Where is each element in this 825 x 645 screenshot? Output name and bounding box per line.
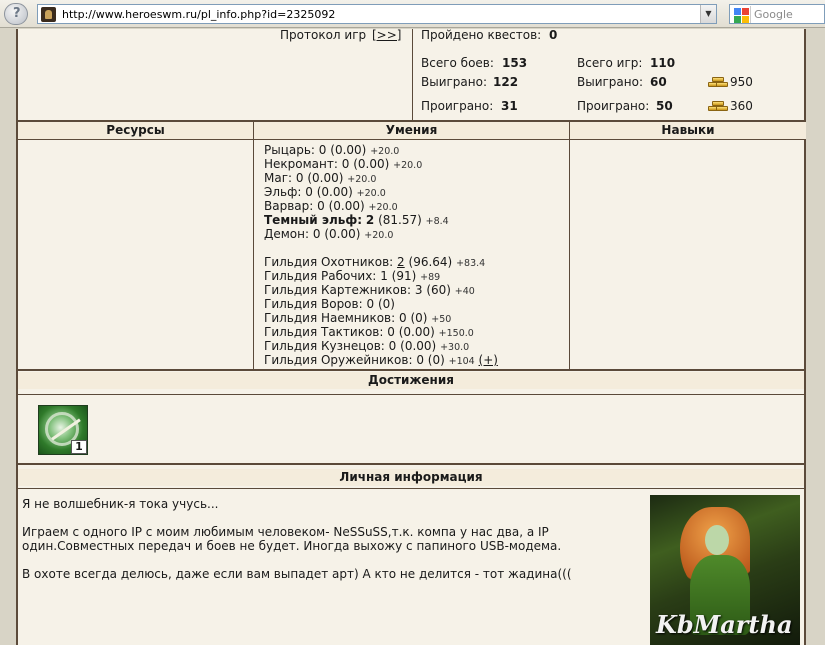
address-bar[interactable]: http://www.heroeswm.ru/pl_info.php?id=23… <box>37 4 717 24</box>
divider <box>18 394 804 395</box>
url-dropdown-icon[interactable]: ▼ <box>700 5 716 23</box>
expand-link[interactable]: (+) <box>479 353 498 367</box>
abilities-list: Рыцарь: 0 (0.00) +20.0 Некромант: 0 (0.0… <box>264 143 574 367</box>
personal-text: В охоте всегда делюсь, даже если вам вып… <box>22 567 572 581</box>
games-won-value: 60 <box>650 75 667 89</box>
skills-header: Навыки <box>570 122 806 139</box>
achievements-header: Достижения <box>18 372 804 389</box>
resources-header: Ресурсы <box>18 122 253 139</box>
guild-row: Гильдия Рабочих: 1 (91) +89 <box>264 269 441 283</box>
battles-lost-value: 31 <box>501 99 518 113</box>
personal-text: Играем с одного IP с моим любимым челове… <box>22 525 549 539</box>
ability-row: Демон: 0 (0.00) +20.0 <box>264 227 394 241</box>
games-lost-label: Проиграно: <box>577 99 650 113</box>
guild-row: Гильдия Тактиков: 0 (0.00) +150.0 <box>264 325 474 339</box>
personal-info-header: Личная информация <box>18 469 804 486</box>
protocol-link[interactable]: [>>] <box>372 28 401 42</box>
protocol-label: Протокол игр <box>280 28 367 42</box>
search-box[interactable]: Google <box>729 4 825 24</box>
battles-label: Всего боев: <box>421 56 494 70</box>
stats-divider <box>412 29 413 120</box>
games-label: Всего игр: <box>577 56 643 70</box>
search-placeholder: Google <box>754 8 793 21</box>
achievement-count: 1 <box>71 440 87 454</box>
column-divider <box>253 120 254 369</box>
quests-label: Пройдено квестов: <box>421 28 542 42</box>
ability-row: Некромант: 0 (0.00) +20.0 <box>264 157 423 171</box>
site-favicon-icon <box>41 7 56 22</box>
url-text[interactable]: http://www.heroeswm.ru/pl_info.php?id=23… <box>62 8 335 21</box>
portrait-signature: KbMartha <box>656 610 793 639</box>
ability-row: Эльф: 0 (0.00) +20.0 <box>264 185 386 199</box>
divider <box>18 463 804 465</box>
google-icon[interactable] <box>732 6 751 23</box>
guild-row: Гильдия Охотников: 2 (96.64) +83.4 <box>264 255 486 269</box>
divider <box>18 139 804 140</box>
gold-won-value: 950 <box>730 75 753 89</box>
battles-won-label: Выиграно: <box>421 75 488 89</box>
battles-value: 153 <box>502 56 528 70</box>
ability-row-current: Темный эльф: 2 (81.57) +8.4 <box>264 213 449 227</box>
hunter-achievement-icon[interactable]: 1 <box>38 405 88 455</box>
guild-row: Гильдия Наемников: 0 (0) +50 <box>264 311 452 325</box>
gold-lost-value: 360 <box>730 99 753 113</box>
gold-icon <box>708 75 730 89</box>
site-info-icon[interactable]: ? <box>4 3 28 25</box>
quests-value: 0 <box>549 28 558 42</box>
battles-lost-label: Проиграно: <box>421 99 494 113</box>
ability-row: Рыцарь: 0 (0.00) +20.0 <box>264 143 400 157</box>
guild-row: Гильдия Оружейников: 0 (0) +104 (+) <box>264 353 498 367</box>
games-lost-value: 50 <box>656 99 673 113</box>
battles-won-value: 122 <box>493 75 519 89</box>
browser-toolbar: ? http://www.heroeswm.ru/pl_info.php?id=… <box>0 0 825 28</box>
divider <box>18 369 804 371</box>
games-won-label: Выиграно: <box>577 75 644 89</box>
abilities-header: Умения <box>254 122 569 139</box>
gold-icon <box>708 99 730 113</box>
games-value: 110 <box>650 56 676 70</box>
personal-text: Я не волшебник-я тока учусь... <box>22 497 219 511</box>
player-info-page: Протокол игр [>>] Пройдено квестов: 0 Вс… <box>16 28 806 645</box>
ability-row: Маг: 0 (0.00) +20.0 <box>264 171 377 185</box>
player-portrait: KbMartha <box>650 495 800 645</box>
personal-text: один.Совместных передач и боев не будет.… <box>22 539 562 553</box>
ability-row: Варвар: 0 (0.00) +20.0 <box>264 199 398 213</box>
divider <box>18 488 804 489</box>
guild-row: Гильдия Картежников: 3 (60) +40 <box>264 283 475 297</box>
guild-level-link[interactable]: 2 <box>397 255 405 269</box>
guild-row: Гильдия Воров: 0 (0) <box>264 297 395 311</box>
guild-row: Гильдия Кузнецов: 0 (0.00) +30.0 <box>264 339 470 353</box>
